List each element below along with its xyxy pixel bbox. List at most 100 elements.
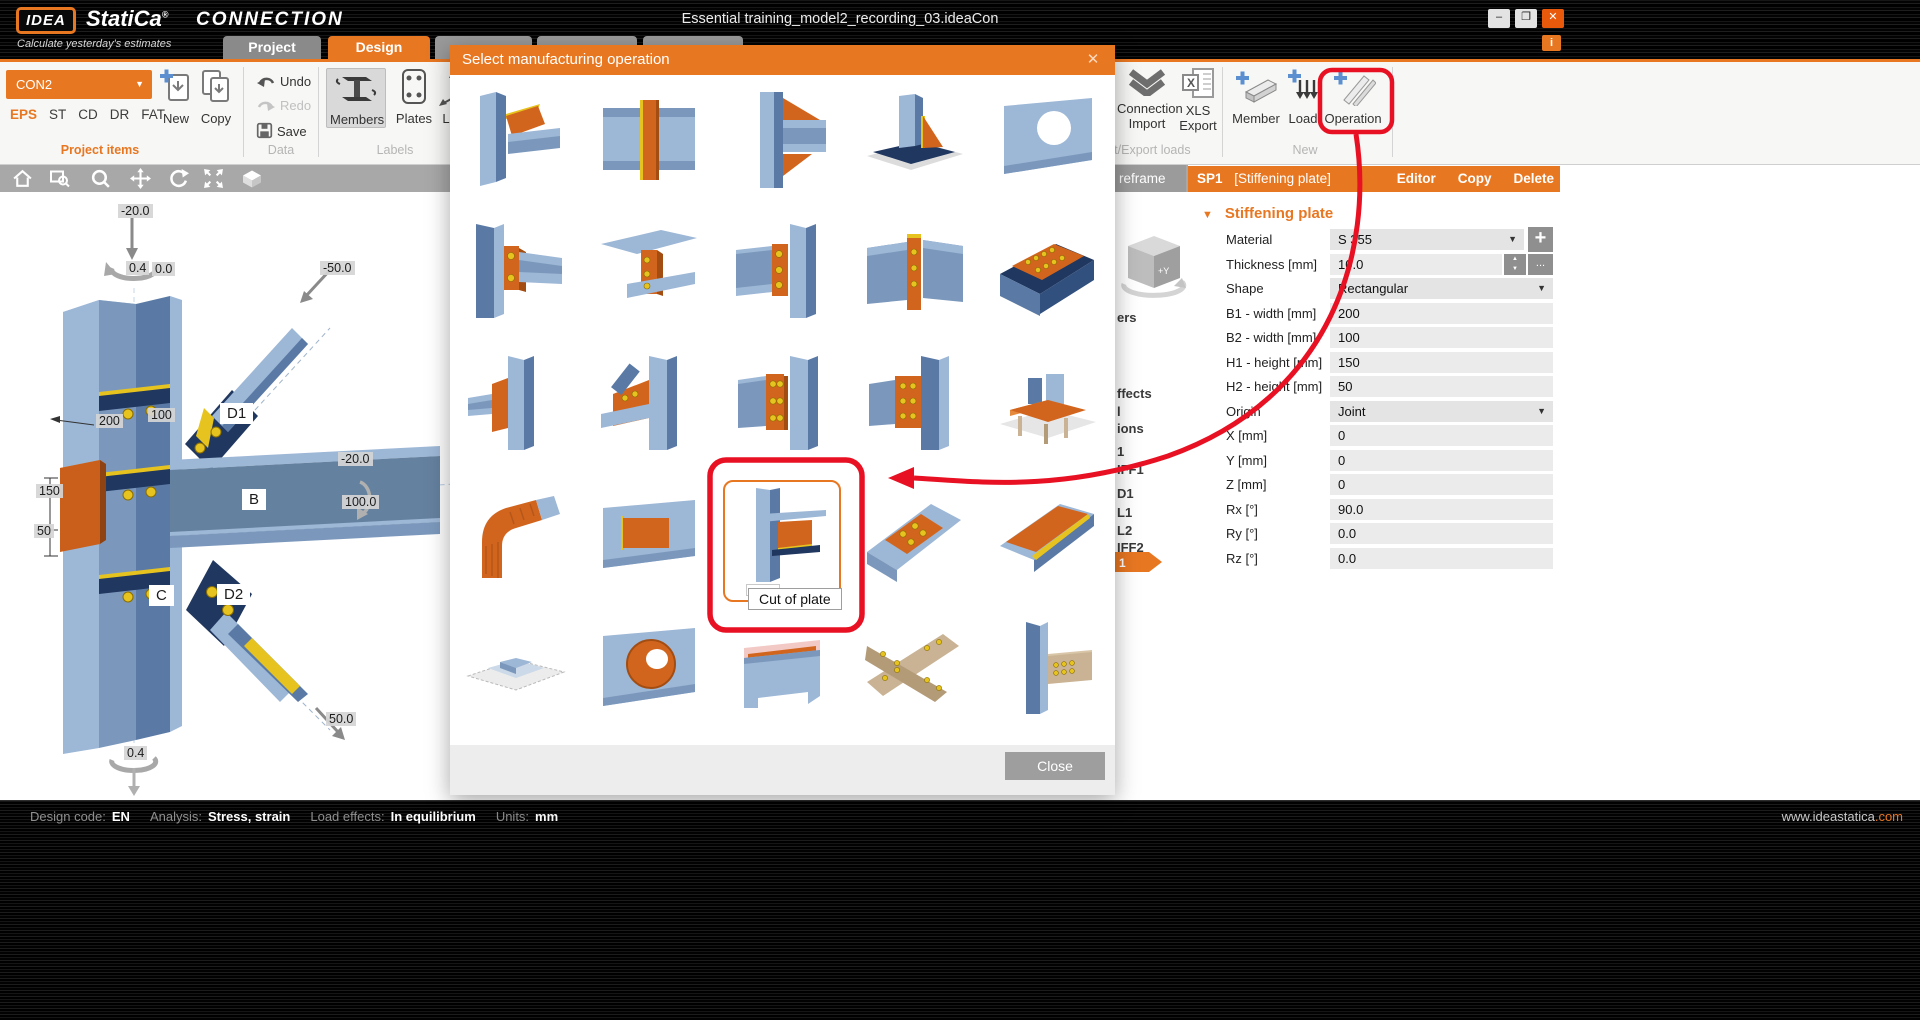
website-link[interactable]: www.ideastatica.com <box>1782 809 1903 824</box>
operation-tile-cleat[interactable] <box>466 222 566 322</box>
new-project-item-button[interactable]: New <box>158 68 194 126</box>
mode-eps[interactable]: EPS <box>10 107 37 122</box>
xls-export-button[interactable]: X XLSExport <box>1177 68 1219 133</box>
home-view-icon[interactable] <box>12 168 33 194</box>
undo-button[interactable]: Undo <box>256 74 311 89</box>
operation-tile-gusset-diagonal[interactable] <box>599 354 699 454</box>
property-value-b2[interactable]: 100 <box>1330 327 1553 348</box>
operation-tile-stiffener-haunch[interactable] <box>732 90 832 190</box>
panel-action-delete[interactable]: Delete <box>1513 171 1554 186</box>
thickness-spinner[interactable]: ▲▼ <box>1504 254 1526 275</box>
property-value-y[interactable]: 0 <box>1330 450 1553 471</box>
solid-view-icon[interactable] <box>240 168 264 194</box>
section-stiffening-plate[interactable]: ▼Stiffening plate <box>1202 205 1333 222</box>
operation-tile-wide-cover-plate[interactable] <box>998 486 1098 586</box>
operation-tile-cold-formed-plate[interactable] <box>732 618 832 718</box>
property-value-h1[interactable]: 150 <box>1330 352 1553 373</box>
sidebar-fragment-1[interactable]: ffects <box>1117 386 1152 401</box>
tab-project[interactable]: Project <box>223 36 321 59</box>
property-value-material[interactable]: S 355▼ <box>1330 229 1524 250</box>
i-beam-section-icon <box>330 71 382 110</box>
operation-tile-splice-cover[interactable] <box>599 222 699 322</box>
sidebar-fragment-4[interactable]: 1 <box>1117 444 1124 459</box>
property-value-z[interactable]: 0 <box>1330 474 1553 495</box>
property-value-h2[interactable]: 50 <box>1330 376 1553 397</box>
sidebar-selected-item-fragment[interactable]: 1 <box>1115 552 1165 572</box>
operation-tile-through-stub[interactable] <box>466 354 566 454</box>
svg-text:X: X <box>1187 76 1195 90</box>
operation-tile-bend-of-plate[interactable] <box>466 486 566 586</box>
connection-selector[interactable]: CON2▼ <box>6 70 152 99</box>
operation-tile-negative-volume[interactable] <box>466 618 566 718</box>
group-label-new: New <box>1270 143 1340 157</box>
new-member-button[interactable]: Member <box>1228 68 1284 126</box>
viewport-label-rot-bottom: 0.4 <box>124 746 147 760</box>
property-value-x[interactable]: 0 <box>1330 425 1553 446</box>
mode-cd[interactable]: CD <box>78 107 98 122</box>
section-title: Stiffening plate <box>1225 205 1333 222</box>
property-value-shape[interactable]: Rectangular▼ <box>1330 278 1553 299</box>
rotate-icon[interactable] <box>168 168 189 194</box>
redo-button[interactable]: Redo <box>256 98 311 113</box>
operation-tile-rib-plate[interactable] <box>865 486 965 586</box>
dialog-close-button[interactable]: Close <box>1005 752 1105 780</box>
property-value-thickness[interactable]: 10.0 <box>1330 254 1502 275</box>
window-title: Essential training_model2_recording_03.i… <box>560 11 1120 27</box>
zoom-icon[interactable] <box>90 168 111 194</box>
copy-project-item-button[interactable]: Copy <box>196 68 236 126</box>
close-window-button[interactable]: ✕ <box>1542 9 1564 28</box>
plates-labels-toggle[interactable]: Plates <box>392 68 436 126</box>
operation-tile-bolted-splice[interactable] <box>865 354 965 454</box>
zoom-fit-icon[interactable] <box>203 168 224 194</box>
operation-tile-workplane[interactable] <box>998 354 1098 454</box>
property-value-rx[interactable]: 90.0 <box>1330 499 1553 520</box>
property-value-ry[interactable]: 0.0 <box>1330 523 1553 544</box>
property-value-rz[interactable]: 0.0 <box>1330 548 1553 569</box>
operation-tile-cut-of-plate[interactable] <box>732 486 832 586</box>
save-button[interactable]: Save <box>256 122 307 139</box>
mode-st[interactable]: ST <box>49 107 66 122</box>
panel-action-editor[interactable]: Editor <box>1397 171 1436 186</box>
operation-tile-splice-plate[interactable] <box>865 222 965 322</box>
thickness-more-button[interactable]: ... <box>1528 254 1553 275</box>
sidebar-fragment-5[interactable]: IFF1 <box>1117 462 1144 477</box>
operation-tile-rectangular-opening[interactable] <box>599 486 699 586</box>
members-labels-toggle[interactable]: Members <box>326 68 386 128</box>
panel-action-copy[interactable]: Copy <box>1458 171 1492 186</box>
mode-dr[interactable]: DR <box>110 107 130 122</box>
wireframe-button-fragment[interactable]: reframe <box>1115 165 1186 192</box>
property-value-origin[interactable]: Joint▼ <box>1330 401 1553 422</box>
operation-tile-end-plate-wall[interactable] <box>599 90 699 190</box>
minimize-button[interactable]: – <box>1488 9 1510 28</box>
zoom-window-icon[interactable] <box>49 168 71 194</box>
operation-tile-cover-plate-bolted[interactable] <box>998 222 1098 322</box>
undo-icon <box>256 75 276 89</box>
dialog-close-icon[interactable]: ✕ <box>1081 45 1105 75</box>
save-icon <box>256 122 273 139</box>
operation-tile-stub-end-plate[interactable] <box>732 354 832 454</box>
operation-tile-circular-hollow-cut[interactable] <box>599 618 699 718</box>
dialog-title-bar[interactable]: Select manufacturing operation ✕ <box>450 45 1115 75</box>
sidebar-fragment-8[interactable]: L2 <box>1117 523 1132 538</box>
new-operation-button[interactable]: Operation <box>1322 68 1384 126</box>
sidebar-fragment-3[interactable]: ions <box>1117 421 1144 436</box>
connection-import-button[interactable]: ConnectionImport <box>1117 68 1177 131</box>
operation-tile-timber-connection[interactable] <box>998 618 1098 718</box>
tab-design[interactable]: Design <box>328 36 430 59</box>
operation-tile-end-plate[interactable] <box>732 222 832 322</box>
operation-tile-timber-cross-brace[interactable] <box>865 618 965 718</box>
operation-tile-fin-plate[interactable] <box>466 90 566 190</box>
operation-tile-circular-opening[interactable] <box>998 90 1098 190</box>
add-material-button[interactable]: + <box>1528 227 1553 252</box>
property-value-b1[interactable]: 200 <box>1330 303 1553 324</box>
pan-icon[interactable] <box>130 168 151 194</box>
info-button[interactable]: i <box>1542 35 1561 51</box>
maximize-button[interactable]: ❐ <box>1515 9 1537 28</box>
nav-cube-icon[interactable]: +Y <box>1116 224 1188 307</box>
sidebar-fragment-0[interactable]: ers <box>1117 310 1137 325</box>
sidebar-fragment-6[interactable]: D1 <box>1117 486 1134 501</box>
operation-tile-base-plate[interactable] <box>865 90 965 190</box>
sidebar-fragment-7[interactable]: L1 <box>1117 505 1132 520</box>
sidebar-fragment-2[interactable]: l <box>1117 404 1121 419</box>
new-load-button[interactable]: Load <box>1286 68 1320 126</box>
